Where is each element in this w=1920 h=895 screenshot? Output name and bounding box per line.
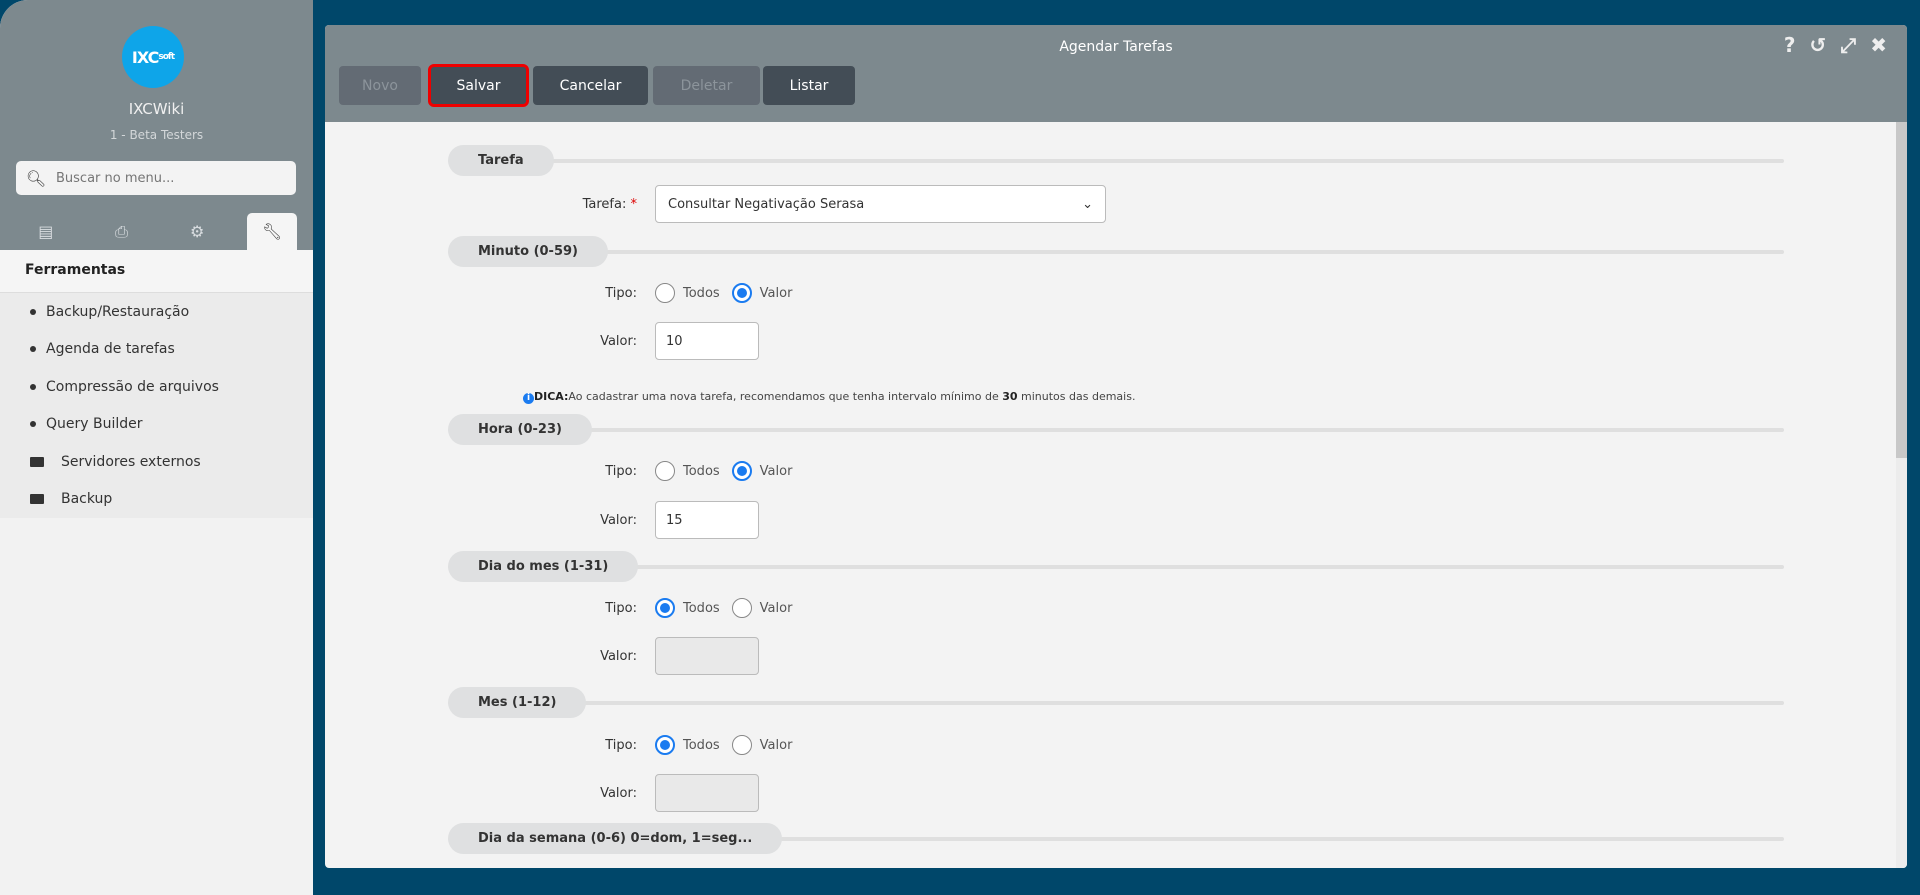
- tipo-label: Tipo:: [605, 600, 637, 616]
- section-dia-mes: Dia do mes (1-31): [448, 551, 1784, 582]
- modal-title: Agendar Tarefas: [1059, 39, 1173, 55]
- radio-label: Valor: [759, 737, 793, 753]
- cancelar-button[interactable]: Cancelar: [533, 66, 648, 105]
- search-input[interactable]: [56, 170, 296, 186]
- listar-button[interactable]: Listar: [763, 66, 855, 105]
- radio-label: Todos: [683, 737, 720, 753]
- section-label: Dia do mes (1-31): [448, 551, 639, 582]
- bullet-icon: [30, 346, 36, 353]
- radio-label: Valor: [759, 285, 793, 301]
- tipo-label: Tipo:: [605, 737, 637, 753]
- mes-todos-radio[interactable]: [655, 735, 675, 755]
- tip-text: i DICA:Ao cadastrar uma nova tarefa, reco…: [523, 390, 1135, 404]
- deletar-button[interactable]: Deletar: [653, 66, 760, 105]
- section-label: Tarefa: [448, 145, 554, 176]
- item-label: Agenda de tarefas: [46, 341, 175, 358]
- user-group: 1 - Beta Testers: [109, 128, 204, 142]
- dia-mes-valor-input: [655, 637, 759, 675]
- section-label: Dia da semana (0-6) 0=dom, 1=seg...: [448, 823, 783, 854]
- radio-label: Valor: [759, 600, 793, 616]
- scrollbar[interactable]: [1896, 122, 1907, 868]
- sidebar: IXCsoft IXCWiki 1 - Beta Testers 🔍︎ ▤ ⎙ …: [0, 0, 313, 895]
- search-icon: 🔍︎: [25, 168, 47, 188]
- tipo-label: Tipo:: [605, 463, 637, 479]
- valor-label: Valor:: [600, 648, 637, 664]
- tab-list-icon[interactable]: ▤: [8, 213, 84, 250]
- section-title: Ferramentas: [0, 250, 313, 293]
- radio-label: Todos: [683, 463, 720, 479]
- item-label: Servidores externos: [61, 453, 201, 470]
- section-minuto: Minuto (0-59): [448, 236, 1784, 267]
- novo-button[interactable]: Novo: [339, 66, 421, 105]
- radio-label: Valor: [759, 463, 793, 479]
- hora-todos-radio[interactable]: [655, 461, 675, 481]
- bullet-icon: [30, 308, 36, 315]
- folder-icon: [30, 494, 44, 505]
- tarefa-label: Tarefa: *: [582, 196, 637, 212]
- valor-label: Valor:: [600, 785, 637, 801]
- sidebar-item-compressao[interactable]: Compressão de arquivos: [0, 368, 313, 406]
- item-label: Backup/Restauração: [46, 303, 190, 320]
- logo: IXC soft: [122, 26, 184, 88]
- minuto-valor-input[interactable]: 10: [655, 322, 759, 360]
- section-label: Hora (0-23): [448, 414, 592, 445]
- sidebar-item-servidores-externos[interactable]: Servidores externos: [0, 443, 313, 481]
- sidebar-item-agenda-de-tarefas[interactable]: Agenda de tarefas: [0, 331, 313, 369]
- expand-icon[interactable]: ⤢: [1840, 33, 1856, 57]
- bullet-icon: [30, 383, 36, 390]
- history-icon[interactable]: ↺: [1809, 33, 1826, 57]
- item-label: Backup: [61, 491, 113, 508]
- bullet-icon: [30, 421, 36, 428]
- section-label: Minuto (0-59): [448, 236, 608, 267]
- minuto-valor-radio[interactable]: [731, 283, 752, 303]
- chevron-down-icon: ⌄: [1082, 196, 1093, 212]
- sidebar-item-query-builder[interactable]: Query Builder: [0, 406, 313, 444]
- item-label: Query Builder: [46, 416, 143, 433]
- menu-search[interactable]: 🔍︎: [16, 161, 296, 195]
- section-label: Mes (1-12): [448, 687, 587, 718]
- dia-mes-valor-radio[interactable]: [731, 598, 752, 618]
- tipo-label: Tipo:: [605, 285, 637, 301]
- close-icon[interactable]: ✖: [1870, 33, 1887, 57]
- hora-valor-radio[interactable]: [731, 461, 752, 481]
- section-mes: Mes (1-12): [448, 687, 1784, 718]
- help-icon[interactable]: ?: [1784, 33, 1796, 57]
- mes-valor-input: [655, 774, 759, 812]
- valor-label: Valor:: [600, 333, 637, 349]
- tab-print-icon[interactable]: ⎙: [84, 213, 160, 250]
- select-value: Consultar Negativação Serasa: [668, 196, 865, 212]
- minuto-todos-radio[interactable]: [655, 283, 675, 303]
- info-icon: i: [523, 393, 534, 404]
- folder-icon: [30, 456, 44, 467]
- section-tarefa: Tarefa: [448, 145, 1784, 176]
- section-dia-semana: Dia da semana (0-6) 0=dom, 1=seg...: [448, 823, 1784, 854]
- dia-mes-todos-radio[interactable]: [655, 598, 675, 618]
- salvar-button[interactable]: Salvar: [428, 64, 529, 107]
- hora-valor-input[interactable]: 15: [655, 501, 759, 539]
- tab-cogs-icon[interactable]: ⚙: [159, 213, 235, 250]
- app-name: IXCWiki: [128, 100, 185, 118]
- item-label: Compressão de arquivos: [46, 378, 219, 395]
- schedule-task-modal: Agendar Tarefas ? ↺ ⤢ ✖ Novo Salvar Canc…: [325, 25, 1907, 868]
- valor-label: Valor:: [600, 512, 637, 528]
- tarefa-select[interactable]: Consultar Negativação Serasa ⌄: [655, 185, 1106, 223]
- mes-valor-radio[interactable]: [731, 735, 752, 755]
- section-hora: Hora (0-23): [448, 414, 1784, 445]
- sidebar-item-backup-restauracao[interactable]: Backup/Restauração: [0, 293, 313, 331]
- tab-wrench-icon[interactable]: 🔧︎: [247, 213, 298, 250]
- sidebar-item-backup[interactable]: Backup: [0, 481, 313, 519]
- radio-label: Todos: [683, 600, 720, 616]
- radio-label: Todos: [683, 285, 720, 301]
